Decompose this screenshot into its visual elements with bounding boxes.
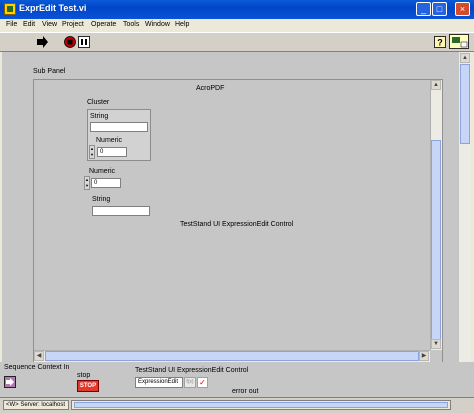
toolbar: ? [0,32,474,52]
cluster-string-label: String [90,113,109,120]
panel-vertical-scrollbar[interactable]: ▲ [459,52,471,396]
menu-edit[interactable]: Edit [23,21,35,28]
cluster-string-field[interactable] [90,122,148,132]
numeric-label: Numeric [89,168,116,175]
labview-vi-icon [4,3,16,15]
inner-scroll-up-arrow-icon[interactable]: ▲ [431,80,441,90]
scroll-up-arrow-icon[interactable]: ▲ [460,53,470,63]
title-bar: ExprEdit Test.vi _ □ × [0,0,474,19]
subpanel-label: Sub Panel [33,68,66,75]
cluster-numeric-field[interactable]: 0 [97,147,127,157]
inner-scroll-down-arrow-icon[interactable]: ▼ [431,339,441,349]
fx-button[interactable]: f(x) [184,377,196,388]
subpanel-horizontal-scrollbar[interactable]: ◀ ▶ [34,350,430,362]
sequence-context-label: Sequence Context In [4,364,70,371]
inner-scroll-right-arrow-icon[interactable]: ▶ [419,351,429,361]
stop-label: stop [77,372,91,379]
scroll-thumb[interactable] [460,64,470,144]
minimize-button[interactable]: _ [416,2,431,16]
cluster-control: String Numeric ▲ ▼ 0 [87,109,151,161]
menu-tools[interactable]: Tools [123,21,139,28]
acropdf-label: AcroPDF [196,85,225,92]
vi-connector-icon [449,34,469,49]
menu-view[interactable]: View [42,21,57,28]
window-title: ExprEdit Test.vi [19,3,87,13]
inner-scroll-left-arrow-icon[interactable]: ◀ [34,351,44,361]
numeric-increment[interactable]: ▲ ▼ [84,176,90,190]
menu-help[interactable]: Help [175,21,189,28]
cluster-numeric-label: Numeric [96,137,123,144]
expressionedit-field[interactable]: ExpressionEdit [135,377,183,388]
inner-horizontal-thumb[interactable] [45,351,419,361]
cluster-label: Cluster [87,99,110,106]
maximize-button[interactable]: □ [432,2,447,16]
close-button[interactable]: × [455,2,470,16]
string-label: String [92,196,111,203]
bottom-controls-area: Sequence Context In stop TestStand UI Ex… [0,362,474,397]
help-icon[interactable]: ? [434,36,446,48]
stop-button[interactable]: STOP [77,380,99,392]
error-out-label: error out [232,388,259,395]
menu-bar: File Edit View Project Operate Tools Win… [0,19,474,32]
inner-vertical-thumb[interactable] [431,140,441,340]
abort-icon[interactable] [64,36,76,48]
refnum-icon[interactable] [4,376,16,388]
menu-file[interactable]: File [6,21,17,28]
check-icon[interactable]: ✓ [197,377,208,388]
svg-text:?: ? [437,38,443,48]
status-scroll-thumb[interactable] [74,402,448,408]
run-arrow-icon[interactable] [36,36,48,48]
numeric-field[interactable]: 0 [91,178,121,188]
menu-operate[interactable]: Operate [91,21,116,28]
menu-project[interactable]: Project [62,21,84,28]
status-horizontal-scrollbar[interactable] [71,400,451,410]
menu-window[interactable]: Window [145,21,170,28]
cluster-numeric-increment[interactable]: ▲ ▼ [89,145,95,159]
pause-icon[interactable] [78,36,90,48]
window: ExprEdit Test.vi _ □ × File Edit View Pr… [0,0,474,413]
server-status: <W> Server: localhost [3,400,69,410]
expressionedit-caption: TestStand UI ExpressionEdit Control [180,221,294,228]
status-bar: <W> Server: localhost [0,397,474,413]
subpanel-vertical-scrollbar[interactable]: ▲ ▼ [430,80,442,350]
expressionedit-control-label: TestStand UI ExpressionEdit Control [135,367,249,374]
string-field[interactable] [92,206,150,216]
